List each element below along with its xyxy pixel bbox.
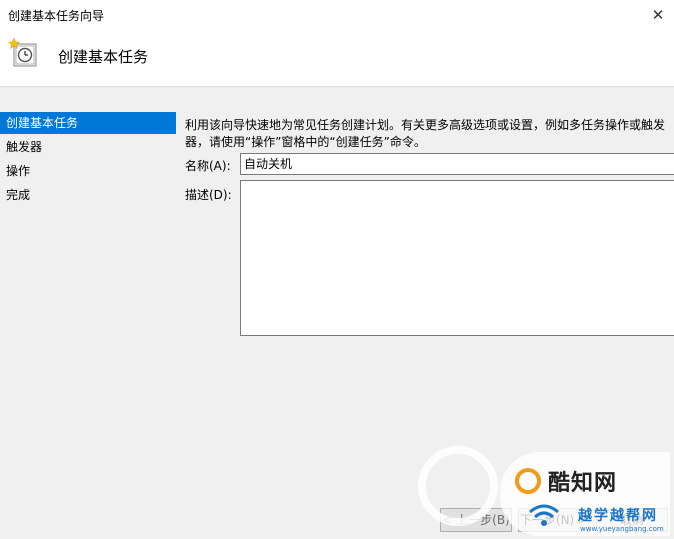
wizard-description: 利用该向导快速地为常见任务创建计划。有关更多高级选项或设置，例如多任务操作或触发… <box>185 118 666 149</box>
wizard-header: 创建基本任务 <box>0 30 674 87</box>
header-title: 创建基本任务 <box>58 48 149 66</box>
step-label: 操作 <box>6 164 31 178</box>
step-label: 完成 <box>6 188 31 202</box>
close-icon: ✕ <box>651 6 665 24</box>
step-label: 触发器 <box>6 140 43 154</box>
description-input[interactable] <box>240 180 674 336</box>
wizard-footer: < 上一步(B) 下一步(N) > 取消 <box>0 498 674 539</box>
step-action[interactable]: 操作 <box>0 160 178 182</box>
name-label: 名称(A): <box>185 159 231 173</box>
step-label: 创建基本任务 <box>6 116 79 130</box>
title-bar: 创建基本任务向导 ✕ <box>0 0 674 30</box>
wizard-steps: 创建基本任务 触发器 操作 完成 <box>0 112 178 208</box>
watermark-logo-icon <box>515 468 541 494</box>
wizard-content: 利用该向导快速地为常见任务创建计划。有关更多高级选项或设置，例如多任务操作或触发… <box>185 112 674 336</box>
close-button[interactable]: ✕ <box>642 0 674 30</box>
cancel-button[interactable]: 取消 <box>596 508 668 532</box>
step-finish[interactable]: 完成 <box>0 184 178 206</box>
clock-task-icon <box>8 37 37 67</box>
back-button[interactable]: < 上一步(B) <box>440 508 512 532</box>
wizard-window: 创建基本任务向导 ✕ 创建基本任务 创建基本任务 触发器 操作 完成 利用该向导… <box>0 0 674 539</box>
step-trigger[interactable]: 触发器 <box>0 136 178 158</box>
name-input[interactable]: 自动关机 <box>240 153 674 175</box>
step-create-basic-task[interactable]: 创建基本任务 <box>0 112 176 134</box>
watermark-logo-text: 酷知网 <box>548 471 618 496</box>
next-button[interactable]: 下一步(N) > <box>518 508 590 532</box>
window-title: 创建基本任务向导 <box>8 9 105 23</box>
description-label: 描述(D): <box>185 188 232 202</box>
